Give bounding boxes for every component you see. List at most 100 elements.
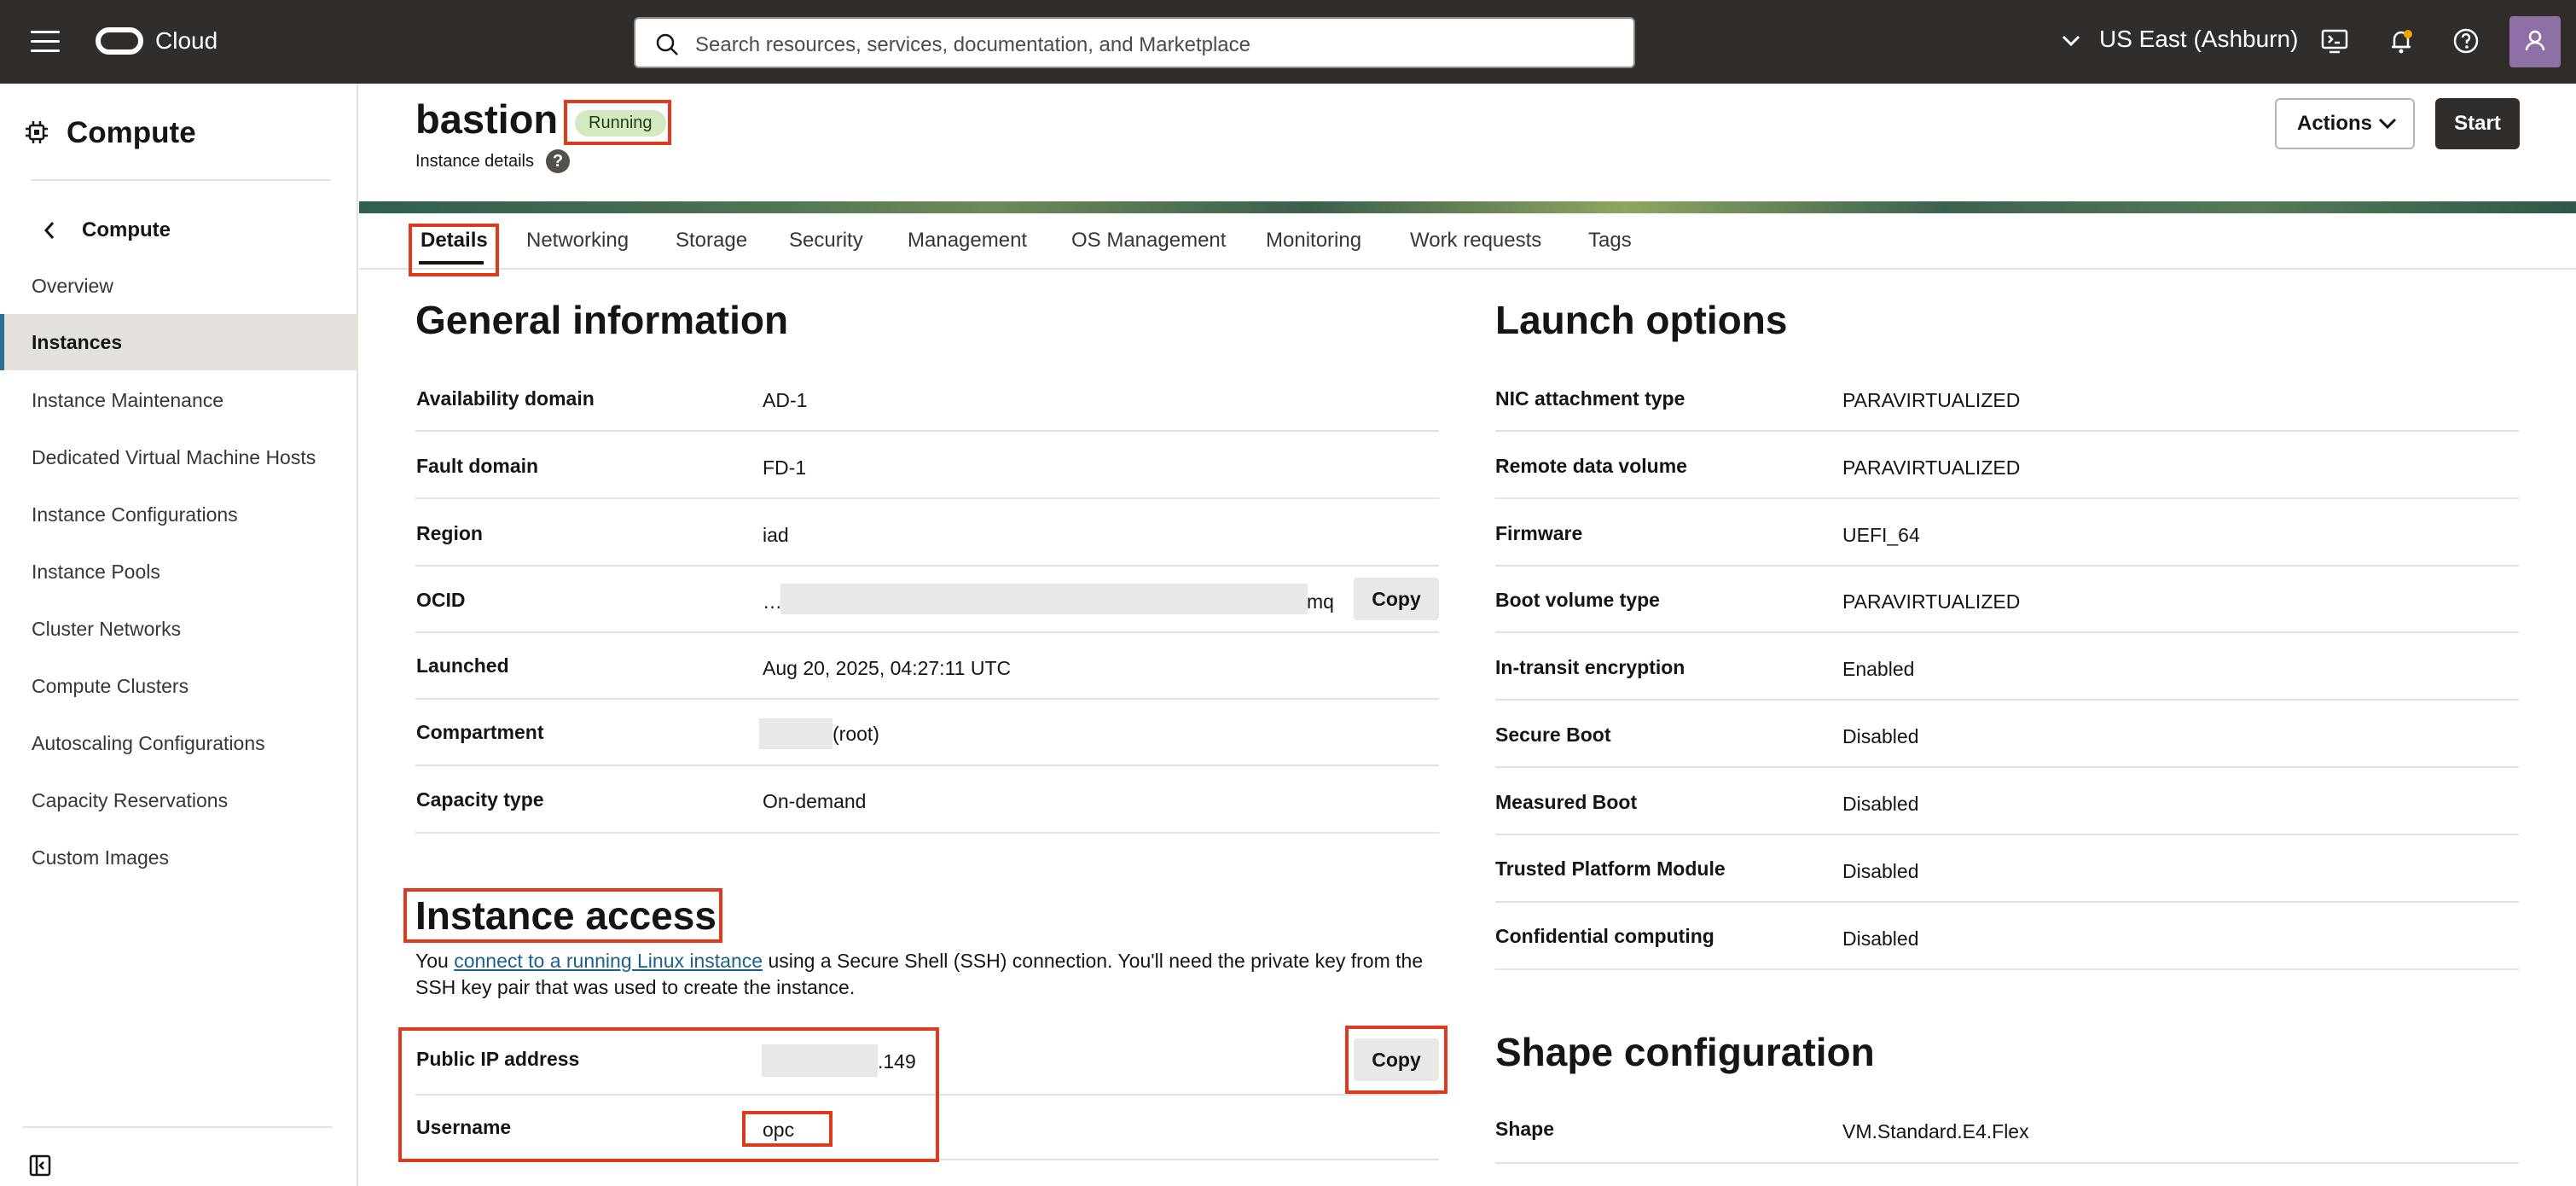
value-ocid-prefix: …: [763, 590, 782, 613]
divider: [415, 631, 1439, 633]
tab-work-requests[interactable]: Work requests: [1410, 229, 1541, 253]
actions-label: Actions: [2297, 112, 2373, 135]
highlight-box: [403, 888, 722, 943]
label-availability-domain: Availability domain: [416, 387, 595, 410]
sidebar-item-autoscaling[interactable]: Autoscaling Configurations: [0, 715, 357, 771]
avatar[interactable]: [2509, 16, 2561, 67]
tab-security[interactable]: Security: [789, 229, 863, 253]
sidebar-item-compute-clusters[interactable]: Compute Clusters: [0, 658, 357, 714]
sidebar-item-cluster-networks[interactable]: Cluster Networks: [0, 601, 357, 657]
search-input[interactable]: Search resources, services, documentatio…: [634, 17, 1635, 68]
sidebar-item-overview[interactable]: Overview: [0, 258, 357, 314]
access-description: You connect to a running Linux instance …: [415, 948, 1439, 1001]
divider: [1495, 699, 2519, 701]
tab-bar: Details Networking Storage Security Mana…: [359, 213, 2576, 270]
redacted-compartment: [759, 718, 833, 749]
brand-label[interactable]: Cloud: [155, 27, 218, 55]
oracle-logo-icon[interactable]: [96, 27, 143, 55]
label-ocid: OCID: [416, 589, 466, 611]
divider: [415, 430, 1439, 432]
value-secure-boot: Disabled: [1842, 725, 1919, 747]
label-boot-volume-type: Boot volume type: [1495, 589, 1660, 611]
value-trusted-platform-module: Disabled: [1842, 860, 1919, 882]
divider: [22, 1126, 333, 1128]
collapse-sidebar-icon[interactable]: [29, 1154, 51, 1177]
highlight-box: [1345, 1026, 1448, 1094]
label-secure-boot: Secure Boot: [1495, 724, 1611, 746]
page-title: bastion: [415, 96, 559, 142]
section-title-shape: Shape configuration: [1495, 1030, 1875, 1074]
actions-button[interactable]: Actions: [2275, 98, 2415, 149]
tab-tags[interactable]: Tags: [1588, 229, 1632, 253]
label-measured-boot: Measured Boot: [1495, 791, 1638, 813]
divider: [31, 179, 331, 181]
chevron-left-icon[interactable]: [43, 220, 56, 241]
tab-monitoring[interactable]: Monitoring: [1266, 229, 1361, 253]
divider: [1495, 631, 2519, 633]
start-button[interactable]: Start: [2435, 98, 2520, 149]
value-measured-boot: Disabled: [1842, 793, 1919, 815]
tab-os-management[interactable]: OS Management: [1071, 229, 1226, 253]
decorative-banner: [359, 201, 2576, 213]
search-icon: [656, 33, 678, 55]
copy-ocid-button[interactable]: Copy: [1354, 578, 1439, 620]
divider: [1495, 834, 2519, 835]
label-in-transit-encryption: In-transit encryption: [1495, 656, 1685, 678]
divider: [1495, 1162, 2519, 1164]
value-nic-attachment: PARAVIRTUALIZED: [1842, 389, 2021, 411]
chip-icon: [26, 121, 48, 143]
bell-icon[interactable]: [2386, 26, 2416, 56]
sidebar-item-instances[interactable]: Instances: [0, 314, 357, 370]
menu-icon[interactable]: [31, 31, 60, 53]
sidebar-item-dedicated-hosts[interactable]: Dedicated Virtual Machine Hosts: [0, 429, 357, 485]
divider: [415, 765, 1439, 766]
top-bar: Cloud Search resources, services, docume…: [0, 0, 2576, 84]
tab-networking[interactable]: Networking: [526, 229, 629, 253]
label-fault-domain: Fault domain: [416, 455, 539, 477]
value-fault-domain: FD-1: [763, 456, 807, 479]
value-region: iad: [763, 524, 789, 546]
divider: [1495, 497, 2519, 499]
divider: [415, 497, 1439, 499]
value-launched: Aug 20, 2025, 04:27:11 UTC: [763, 657, 1012, 679]
region-selector[interactable]: US East (Ashburn): [2099, 26, 2298, 53]
sidebar-item-instance-maintenance[interactable]: Instance Maintenance: [0, 372, 357, 428]
value-ocid-suffix: mq: [1307, 590, 1334, 613]
value-firmware: UEFI_64: [1842, 524, 1920, 546]
cloud-shell-icon[interactable]: [2319, 26, 2350, 56]
value-availability-domain: AD-1: [763, 389, 808, 411]
sidebar: Compute Compute Overview Instances Insta…: [0, 84, 358, 1186]
sidebar-back-link[interactable]: Compute: [82, 218, 171, 242]
value-remote-data-volume: PARAVIRTUALIZED: [1842, 456, 2021, 479]
tab-management[interactable]: Management: [908, 229, 1027, 253]
value-in-transit-encryption: Enabled: [1842, 658, 1915, 680]
divider: [1495, 901, 2519, 903]
help-icon[interactable]: ?: [546, 149, 570, 173]
sidebar-item-capacity-reservations[interactable]: Capacity Reservations: [0, 772, 357, 828]
divider: [415, 832, 1439, 834]
divider: [1495, 430, 2519, 432]
sidebar-item-instance-configurations[interactable]: Instance Configurations: [0, 486, 357, 543]
value-confidential-computing: Disabled: [1842, 927, 1919, 950]
tab-storage[interactable]: Storage: [676, 229, 747, 253]
divider: [1495, 565, 2519, 567]
sidebar-item-custom-images[interactable]: Custom Images: [0, 829, 357, 886]
highlight-box: [564, 100, 671, 145]
chevron-down-icon[interactable]: [2061, 34, 2081, 48]
divider: [1495, 968, 2519, 970]
highlight-box: [409, 224, 499, 276]
highlight-box: [398, 1027, 939, 1162]
page-subtitle: Instance details: [415, 152, 534, 171]
value-compartment: (root): [833, 723, 879, 745]
divider: [415, 698, 1439, 700]
user-icon: [2525, 30, 2545, 51]
value-boot-volume-type: PARAVIRTUALIZED: [1842, 590, 2021, 613]
section-title-launch: Launch options: [1495, 298, 1788, 342]
help-icon[interactable]: [2451, 26, 2481, 56]
value-shape: VM.Standard.E4.Flex: [1842, 1120, 2029, 1142]
connect-linux-link[interactable]: connect to a running Linux instance: [454, 950, 763, 972]
label-nic-attachment: NIC attachment type: [1495, 387, 1685, 410]
chevron-down-icon: [2378, 118, 2397, 130]
sidebar-item-instance-pools[interactable]: Instance Pools: [0, 544, 357, 600]
access-text-start: You: [415, 950, 455, 972]
